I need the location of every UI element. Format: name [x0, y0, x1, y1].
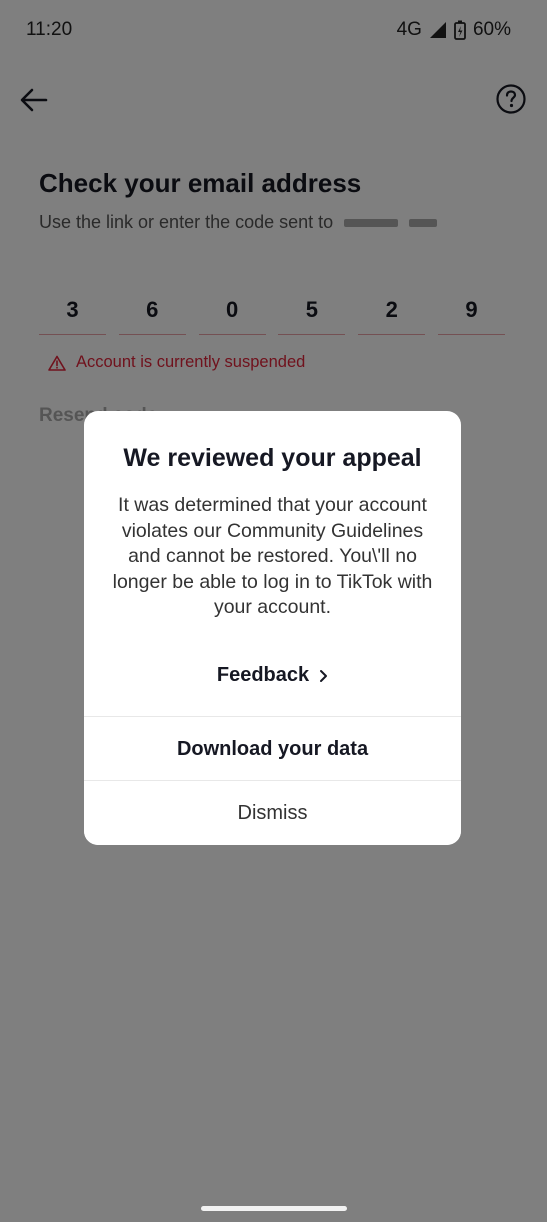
app-screen: 11:20 4G 60% Check your email address Us…	[0, 0, 547, 1222]
feedback-label: Feedback	[216, 664, 310, 686]
download-data-button[interactable]: Download your data	[84, 717, 461, 781]
dialog-message: It was determined that your account viol…	[112, 494, 433, 618]
feedback-link[interactable]: Feedback	[84, 664, 461, 687]
appeal-result-dialog: We reviewed your appeal It was determine…	[84, 411, 461, 845]
dismiss-button[interactable]: Dismiss	[84, 781, 461, 845]
dialog-title: We reviewed your appeal	[123, 444, 422, 472]
home-indicator[interactable]	[201, 1206, 347, 1211]
chevron-right-icon	[320, 669, 328, 682]
